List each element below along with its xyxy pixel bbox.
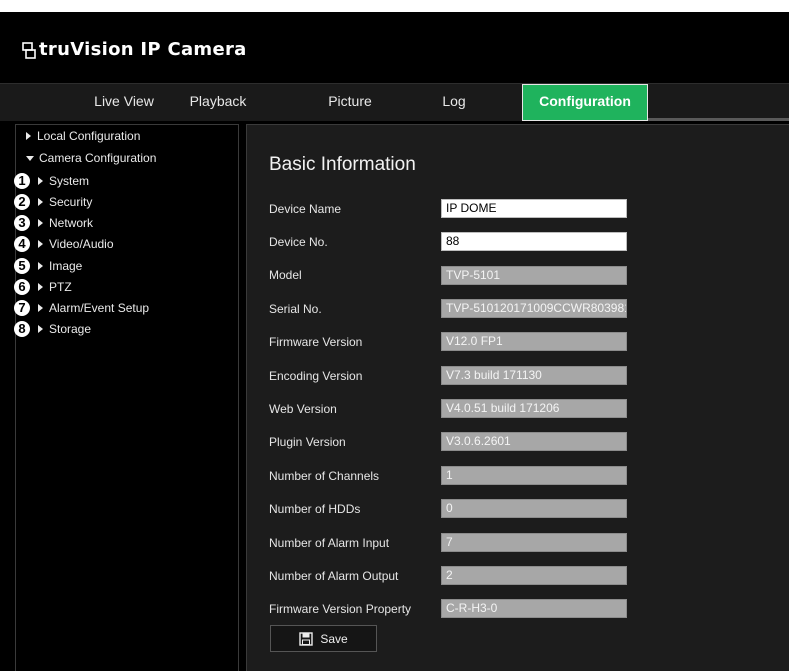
device-name-input[interactable]: IP DOME xyxy=(441,199,627,218)
triangle-right-icon xyxy=(38,219,43,227)
sidebar-item-storage[interactable]: Storage xyxy=(38,322,91,336)
sidebar-item-label: Network xyxy=(49,216,94,230)
number-of-hdds-field: 0 xyxy=(441,499,627,518)
sidebar-item-system[interactable]: System xyxy=(38,174,89,188)
field-label: Device Name xyxy=(269,202,342,216)
triangle-right-icon xyxy=(38,325,43,333)
triangle-right-icon xyxy=(38,304,43,312)
sidebar-item-security[interactable]: Security xyxy=(38,195,92,209)
tab-playback[interactable]: Playback xyxy=(186,84,250,121)
number-of-alarm-input-field: 7 xyxy=(441,533,627,552)
web-version-field: V4.0.51 build 171206 xyxy=(441,399,627,418)
sidebar-item-label: Alarm/Event Setup xyxy=(49,301,150,315)
app-window: truVision IP Camera Live View Playback P… xyxy=(0,12,789,671)
field-label: Plugin Version xyxy=(269,435,346,449)
triangle-right-icon xyxy=(38,177,43,185)
callout-marker: 5 xyxy=(14,258,30,274)
number-of-channels-field: 1 xyxy=(441,466,627,485)
field-label: Firmware Version Property xyxy=(269,602,412,616)
sidebar-item-label: PTZ xyxy=(49,280,72,294)
model-field: TVP-5101 xyxy=(441,266,627,285)
sidebar-item-ptz[interactable]: PTZ xyxy=(38,280,72,294)
callout-marker: 8 xyxy=(14,321,30,337)
triangle-right-icon xyxy=(26,132,31,140)
sidebar-item-camera-configuration[interactable]: Camera Configuration xyxy=(26,151,156,165)
sidebar-item-label: Camera Configuration xyxy=(39,151,157,165)
sidebar-item-label: Local Configuration xyxy=(37,129,141,143)
save-button-label: Save xyxy=(320,631,348,646)
sidebar-item-label: System xyxy=(49,174,90,188)
callout-marker: 2 xyxy=(14,194,30,210)
sidebar-item-video-audio[interactable]: Video/Audio xyxy=(38,237,114,251)
sidebar-item-label: Video/Audio xyxy=(49,237,114,251)
save-button[interactable]: Save xyxy=(270,625,377,652)
page-title: Basic Information xyxy=(269,154,416,175)
triangle-right-icon xyxy=(38,262,43,270)
field-label: Encoding Version xyxy=(269,369,363,383)
sidebar-item-label: Image xyxy=(49,259,83,273)
tab-configuration[interactable]: Configuration xyxy=(522,84,648,121)
sidebar-item-local-configuration[interactable]: Local Configuration xyxy=(26,129,140,143)
floppy-disk-icon xyxy=(299,631,314,646)
header: truVision IP Camera xyxy=(0,12,789,83)
nav-divider xyxy=(648,118,789,121)
callout-marker: 1 xyxy=(14,173,30,189)
serial-no-field: TVP-510120171009CCWR8039810C xyxy=(441,299,627,318)
plugin-version-field: V3.0.6.2601 xyxy=(441,432,627,451)
field-label: Web Version xyxy=(269,402,337,416)
tab-log[interactable]: Log xyxy=(420,84,488,121)
callout-marker: 7 xyxy=(14,300,30,316)
field-label: Number of Channels xyxy=(269,469,380,483)
brand-title: truVision IP Camera xyxy=(39,39,247,60)
sidebar-item-label: Storage xyxy=(49,322,92,336)
sidebar: Local Configuration Camera Configuration… xyxy=(14,124,239,671)
field-label: Number of Alarm Output xyxy=(269,569,399,583)
triangle-right-icon xyxy=(38,240,43,248)
field-label: Model xyxy=(269,268,302,282)
callout-marker: 3 xyxy=(14,215,30,231)
field-label: Number of Alarm Input xyxy=(269,536,390,550)
main-panel: Basic Information Device Name IP DOME De… xyxy=(246,124,789,671)
number-of-alarm-output-field: 2 xyxy=(441,566,627,585)
firmware-version-field: V12.0 FP1 xyxy=(441,332,627,351)
firmware-version-property-field: C-R-H3-0 xyxy=(441,599,627,618)
field-label: Serial No. xyxy=(269,302,322,316)
field-label: Device No. xyxy=(269,235,328,249)
triangle-down-icon xyxy=(26,155,34,161)
field-label: Firmware Version xyxy=(269,335,363,349)
encoding-version-field: V7.3 build 171130 xyxy=(441,366,627,385)
sidebar-item-network[interactable]: Network xyxy=(38,216,93,230)
triangle-right-icon xyxy=(38,283,43,291)
camera-logo-icon xyxy=(22,42,36,59)
sidebar-item-label: Security xyxy=(49,195,93,209)
callout-marker: 6 xyxy=(14,279,30,295)
callout-marker: 4 xyxy=(14,236,30,252)
sidebar-item-image[interactable]: Image xyxy=(38,259,82,273)
sidebar-item-alarm-event-setup[interactable]: Alarm/Event Setup xyxy=(38,301,149,315)
triangle-right-icon xyxy=(38,198,43,206)
field-label: Number of HDDs xyxy=(269,502,361,516)
logo: truVision IP Camera xyxy=(21,39,247,60)
top-nav: Live View Playback Picture Log Configura… xyxy=(0,83,789,121)
device-no-input[interactable]: 88 xyxy=(441,232,627,251)
